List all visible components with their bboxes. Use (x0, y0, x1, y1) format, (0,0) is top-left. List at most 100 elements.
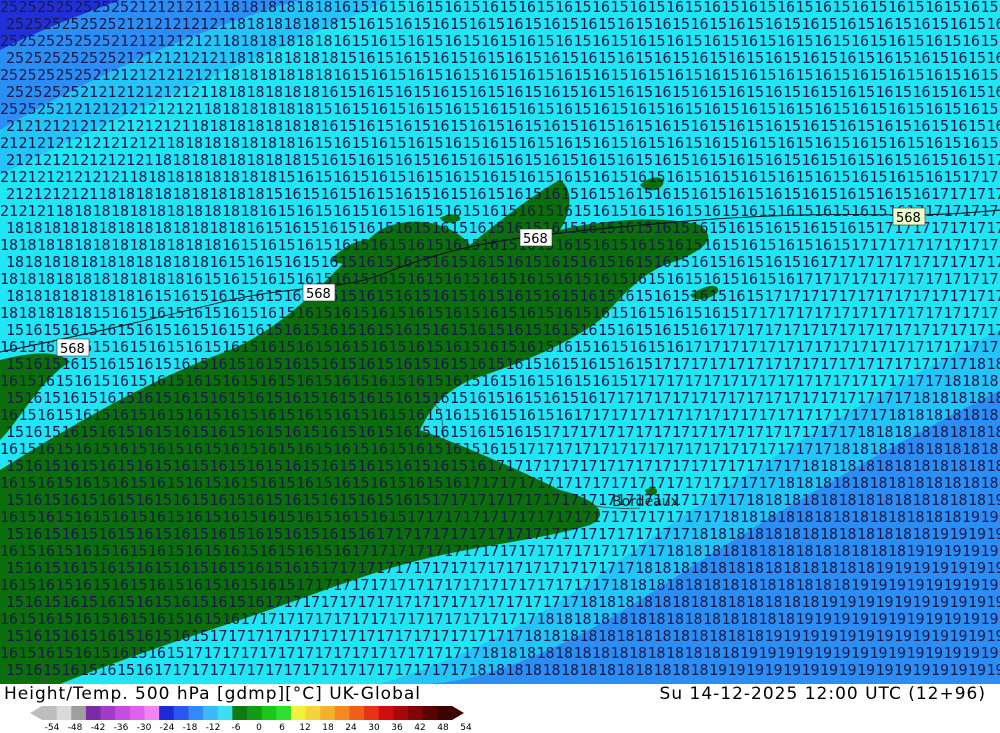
field-value: 16 (99, 627, 117, 645)
field-value: 16 (370, 134, 388, 152)
field-value: 17 (685, 508, 703, 526)
field-value: 17 (796, 270, 814, 288)
field-value: 15 (463, 134, 481, 152)
field-value: 19 (950, 593, 968, 611)
field-value: 16 (469, 185, 487, 203)
field-value: 15 (524, 423, 542, 441)
field-value: 16 (432, 185, 450, 203)
field-value: 15 (19, 474, 37, 492)
field-value: 19 (968, 559, 986, 577)
field-value: 17 (265, 627, 283, 645)
field-value: 18 (321, 49, 339, 67)
field-value: 15 (759, 100, 777, 118)
colorbar-tick-label: -6 (231, 723, 241, 733)
field-value: 16 (185, 508, 203, 526)
field-value: 15 (944, 134, 962, 152)
field-value: 16 (148, 304, 166, 322)
field-value: 17 (876, 355, 894, 373)
field-value: 16 (148, 474, 166, 492)
colorbar-segment (56, 706, 72, 720)
field-value: 17 (876, 321, 894, 339)
field-value: 21 (210, 15, 228, 33)
colorbar-segment (378, 706, 394, 720)
field-value: 16 (518, 338, 536, 356)
field-value: 15 (278, 576, 296, 594)
field-value: 16 (469, 423, 487, 441)
weather-map: 25 25 25 25 25 25 25 21 21 21 21 21 18 18 18 18 18 18 16 15… (0, 0, 1000, 684)
field-value: 16 (296, 202, 314, 220)
colorbar-tick-label: -42 (90, 723, 106, 733)
field-value: 15 (450, 321, 468, 339)
field-value: 15 (672, 321, 690, 339)
field-value: 17 (759, 304, 777, 322)
field-value: 16 (629, 168, 647, 186)
svg-text:568: 568 (60, 342, 85, 357)
field-value: 21 (25, 185, 43, 203)
field-value: 15 (302, 219, 320, 237)
field-value: 18 (987, 389, 1000, 407)
field-value: 16 (358, 219, 376, 237)
field-value: 16 (666, 32, 684, 50)
field-value: 16 (111, 474, 129, 492)
field-value: 18 (728, 593, 746, 611)
field-value: 19 (968, 661, 986, 679)
field-value: 16 (555, 372, 573, 390)
field-value: 16 (296, 508, 314, 526)
field-value: 17 (352, 576, 370, 594)
field-value: 15 (315, 542, 333, 560)
field-value: 15 (315, 304, 333, 322)
field-value: 18 (524, 627, 542, 645)
field-value: 18 (167, 270, 185, 288)
field-value: 16 (654, 117, 672, 135)
field-value: 21 (136, 117, 154, 135)
field-value: 17 (284, 627, 302, 645)
field-value: 16 (0, 644, 18, 662)
field-value: 16 (469, 117, 487, 135)
field-value: 18 (629, 644, 647, 662)
field-value: 18 (617, 627, 635, 645)
field-value: 21 (117, 49, 135, 67)
field-value: 16 (950, 151, 968, 169)
field-value: 19 (851, 610, 869, 628)
field-value: 15 (759, 168, 777, 186)
field-value: 15 (524, 117, 542, 135)
field-value: 16 (284, 321, 302, 339)
field-value: 16 (370, 66, 388, 84)
field-value: 17 (574, 474, 592, 492)
field-value: 16 (247, 219, 265, 237)
field-value: 16 (888, 168, 906, 186)
field-value: 15 (376, 83, 394, 101)
field-value: 16 (555, 66, 573, 84)
field-value: 15 (722, 270, 740, 288)
field-value: 17 (518, 474, 536, 492)
field-value: 18 (130, 270, 148, 288)
field-value: 16 (173, 491, 191, 509)
field-value: 16 (284, 491, 302, 509)
field-value: 17 (876, 219, 894, 237)
field-value: 16 (173, 457, 191, 475)
field-value: 15 (759, 270, 777, 288)
field-value: 15 (783, 49, 801, 67)
field-value: 18 (777, 474, 795, 492)
field-value: 17 (987, 253, 1000, 271)
field-value: 18 (111, 202, 129, 220)
field-value: 15 (315, 236, 333, 254)
field-value: 21 (191, 15, 209, 33)
field-value: 18 (783, 559, 801, 577)
field-value: 15 (315, 202, 333, 220)
field-value: 17 (888, 304, 906, 322)
field-value: 16 (469, 321, 487, 339)
field-value: 17 (481, 508, 499, 526)
field-value: 17 (931, 185, 949, 203)
colorbar-tick-label: -18 (182, 723, 198, 733)
field-value: 18 (222, 100, 240, 118)
field-value: 16 (407, 270, 425, 288)
field-value: 17 (654, 525, 672, 543)
field-value: 17 (302, 593, 320, 611)
field-value: 18 (894, 423, 912, 441)
field-value: 17 (968, 253, 986, 271)
field-value: 18 (857, 457, 875, 475)
field-value: 17 (709, 321, 727, 339)
field-value: 17 (395, 661, 413, 679)
field-value: 15 (413, 423, 431, 441)
